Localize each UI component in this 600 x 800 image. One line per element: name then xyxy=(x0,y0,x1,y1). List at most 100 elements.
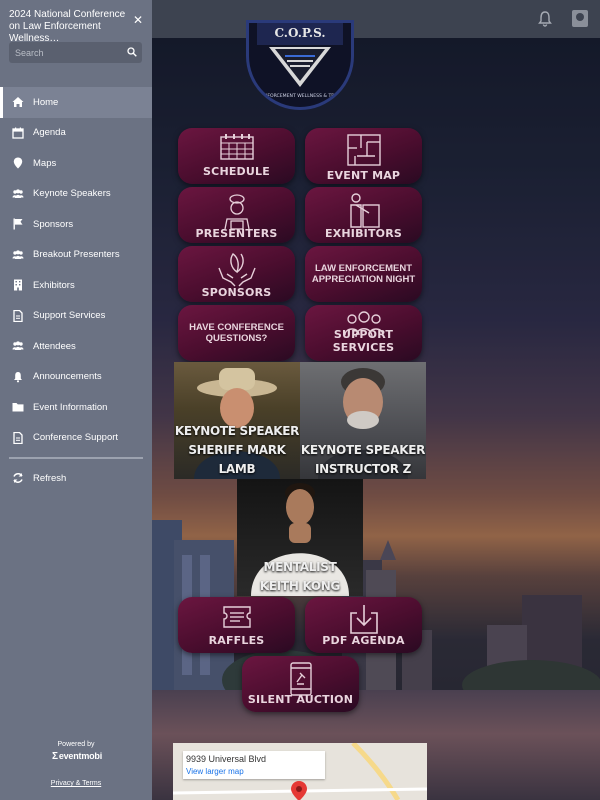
notifications-bell-icon[interactable] xyxy=(536,10,554,28)
support-services-label: SUPPORT SERVICES xyxy=(332,328,395,354)
auction-phone-icon xyxy=(289,662,312,696)
speaker-caption: KEYNOTE SPEAKER INSTRUCTOR Z xyxy=(300,441,426,479)
sidebar-item-label: Exhibitors xyxy=(33,279,75,291)
conference-questions-label: HAVE CONFERENCE QUESTIONS? xyxy=(189,322,284,344)
sidebar-item-agenda[interactable]: Agenda xyxy=(0,118,152,149)
sponsors-tile[interactable]: SPONSORS xyxy=(178,246,295,302)
navigation-drawer: 2024 National Conference on Law Enforcem… xyxy=(0,0,152,800)
event-title: 2024 National Conference on Law Enforcem… xyxy=(9,9,126,44)
sidebar-item-label: Breakout Presenters xyxy=(33,249,120,261)
sidebar-item-label: Home xyxy=(33,96,59,108)
user-avatar[interactable] xyxy=(572,10,588,27)
speaker-role: KEYNOTE SPEAKER xyxy=(174,424,300,438)
speaker-name: SHERIFF MARK LAMB xyxy=(188,443,286,476)
schedule-tile[interactable]: SCHEDULE xyxy=(178,128,295,184)
sidebar-item-label: Agenda xyxy=(33,127,66,139)
document-icon xyxy=(13,431,23,444)
speaker-name: KEITH KONG xyxy=(259,579,341,593)
people-icon xyxy=(12,250,24,259)
sidebar-item-refresh[interactable]: Refresh xyxy=(0,463,152,494)
close-icon[interactable]: ✕ xyxy=(133,13,143,27)
map-address-card: 9939 Universal Blvd View larger map xyxy=(183,751,325,779)
speaker-role: KEYNOTE SPEAKER xyxy=(300,443,426,457)
pdf-agenda-label: PDF AGENDA xyxy=(322,634,405,647)
speaker-card-keith-kong[interactable]: MENTALIST KEITH KONG xyxy=(237,479,363,596)
sidebar-item-attendees[interactable]: Attendees xyxy=(0,331,152,362)
schedule-label: SCHEDULE xyxy=(203,165,270,178)
sidebar-item-event-information[interactable]: Event Information xyxy=(0,392,152,423)
bell-icon xyxy=(14,371,22,383)
location-map[interactable]: 9939 Universal Blvd View larger map xyxy=(173,743,427,800)
view-larger-map-link[interactable]: View larger map xyxy=(186,767,325,776)
sidebar-item-maps[interactable]: Maps xyxy=(0,148,152,179)
sidebar-item-label: Sponsors xyxy=(33,218,74,230)
building-icon xyxy=(14,279,22,291)
exhibitors-tile[interactable]: EXHIBITORS xyxy=(305,187,422,243)
sponsors-label: SPONSORS xyxy=(201,286,272,299)
sidebar-item-announcements[interactable]: Announcements xyxy=(0,362,152,393)
folder-icon xyxy=(12,403,24,412)
presenters-tile[interactable]: PRESENTERS xyxy=(178,187,295,243)
sidebar-item-breakout-presenters[interactable]: Breakout Presenters xyxy=(0,240,152,271)
sidebar-item-exhibitors[interactable]: Exhibitors xyxy=(0,270,152,301)
speaker-card-instructor-z[interactable]: KEYNOTE SPEAKER INSTRUCTOR Z xyxy=(300,362,426,479)
sidebar-item-conference-support[interactable]: Conference Support xyxy=(0,423,152,454)
event-map-tile[interactable]: EVENT MAP xyxy=(305,128,422,184)
speaker-caption: KEYNOTE SPEAKER SHERIFF MARK LAMB xyxy=(174,422,300,479)
pdf-agenda-tile[interactable]: PDF AGENDA xyxy=(305,597,422,653)
search-icon[interactable] xyxy=(127,47,137,57)
event-map-label: EVENT MAP xyxy=(326,169,401,182)
exhibitors-label: EXHIBITORS xyxy=(324,227,403,240)
sidebar-item-label: Attendees xyxy=(33,340,76,352)
search-box xyxy=(9,42,142,63)
cops-logo: C.O.P.S. LAW ENFORCEMENT WELLNESS & TRAI… xyxy=(246,20,354,110)
sidebar-item-label: Maps xyxy=(33,157,57,169)
conference-questions-tile[interactable]: HAVE CONFERENCE QUESTIONS? xyxy=(178,305,295,361)
raffles-label: RAFFLES xyxy=(208,634,265,647)
logo-subtitle: LAW ENFORCEMENT WELLNESS & TRAINING xyxy=(249,93,351,99)
hands-plant-icon xyxy=(217,253,256,287)
speaker-caption: MENTALIST KEITH KONG xyxy=(237,558,363,596)
sidebar-item-sponsors[interactable]: Sponsors xyxy=(0,209,152,240)
home-icon xyxy=(12,97,24,108)
nav-divider xyxy=(9,457,143,459)
map-pin-icon xyxy=(13,157,23,169)
search-input[interactable] xyxy=(15,45,125,60)
silent-auction-label: SILENT AUCTION xyxy=(247,693,354,706)
sidebar-item-label: Keynote Speakers xyxy=(33,188,111,200)
speaker-name: INSTRUCTOR Z xyxy=(314,462,412,476)
refresh-icon xyxy=(13,473,23,484)
sidebar-item-support-services[interactable]: Support Services xyxy=(0,301,152,332)
exhibitor-booth-icon xyxy=(349,193,380,228)
download-icon xyxy=(349,605,378,634)
floor-plan-icon xyxy=(346,134,381,166)
eventmobi-mark-icon: Σ xyxy=(52,751,58,762)
speaker-card-mark-lamb[interactable]: KEYNOTE SPEAKER SHERIFF MARK LAMB xyxy=(174,362,300,479)
people-icon xyxy=(12,341,24,351)
document-icon xyxy=(13,309,23,322)
appreciation-night-label: LAW ENFORCEMENT APPRECIATION NIGHT xyxy=(311,263,416,285)
support-services-tile[interactable]: SUPPORT SERVICES xyxy=(305,305,422,361)
sidebar-item-label: Support Services xyxy=(33,310,106,322)
brand-text: eventmobi xyxy=(58,751,103,761)
appreciation-night-tile[interactable]: LAW ENFORCEMENT APPRECIATION NIGHT xyxy=(305,246,422,302)
map-address: 9939 Universal Blvd xyxy=(186,754,267,764)
logo-title: C.O.P.S. xyxy=(274,26,325,40)
sidebar-item-keynote-speakers[interactable]: Keynote Speakers xyxy=(0,179,152,210)
people-icon xyxy=(12,189,24,198)
calendar-icon xyxy=(12,127,24,139)
presenter-icon xyxy=(223,194,250,230)
sidebar-item-label: Conference Support xyxy=(33,432,119,444)
raffle-ticket-icon xyxy=(222,606,251,628)
calendar-icon xyxy=(219,134,254,160)
silent-auction-tile[interactable]: SILENT AUCTION xyxy=(242,656,359,712)
sidebar-item-label: Announcements xyxy=(33,371,102,383)
sidebar-item-home[interactable]: Home xyxy=(0,87,152,118)
nav-list: Home Agenda Maps Keynote Speakers Sponsors Br… xyxy=(0,87,152,453)
raffles-tile[interactable]: RAFFLES xyxy=(178,597,295,653)
sidebar-item-label: Refresh xyxy=(33,472,67,484)
map-pin-icon[interactable] xyxy=(291,781,307,800)
privacy-terms-link[interactable]: Privacy & Terms xyxy=(0,780,152,787)
speaker-role: MENTALIST xyxy=(263,560,337,574)
presenters-label: PRESENTERS xyxy=(195,227,278,240)
